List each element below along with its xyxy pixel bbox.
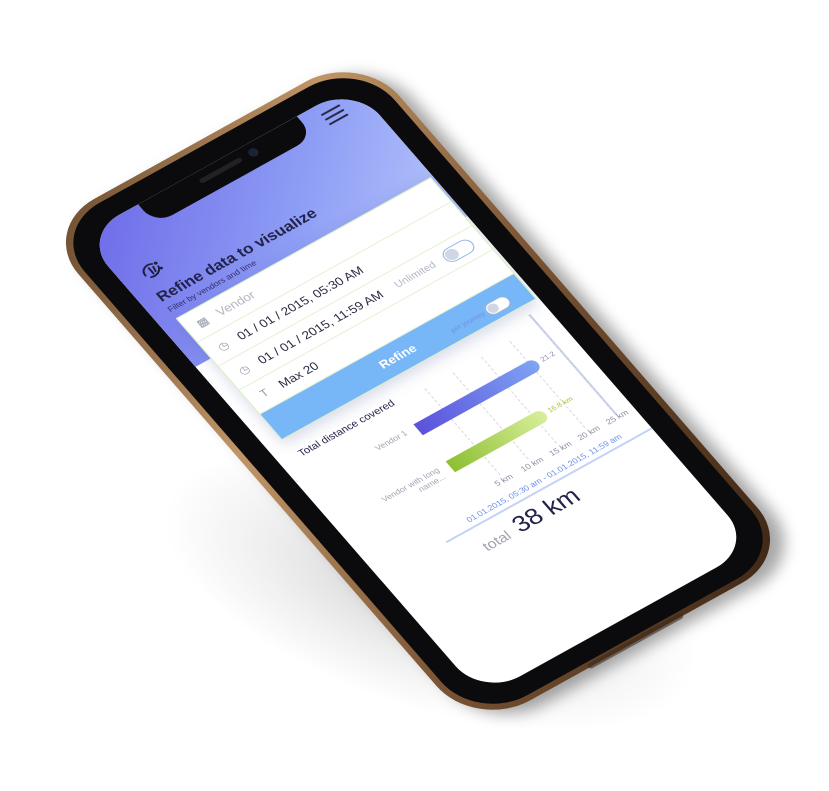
car-icon: ▩ [193, 314, 212, 330]
total-label: total [478, 527, 515, 554]
clock-icon: ◷ [215, 338, 233, 354]
text-t-icon: T [257, 387, 273, 400]
category-label: Vendor with long name... [379, 465, 448, 504]
bar-value-label: 21.2 [539, 350, 557, 364]
hamburger-menu-icon[interactable] [320, 104, 349, 126]
front-camera [246, 146, 261, 159]
logo-icon [142, 261, 163, 278]
gridline [537, 325, 614, 413]
clock-icon: ◷ [235, 362, 253, 378]
